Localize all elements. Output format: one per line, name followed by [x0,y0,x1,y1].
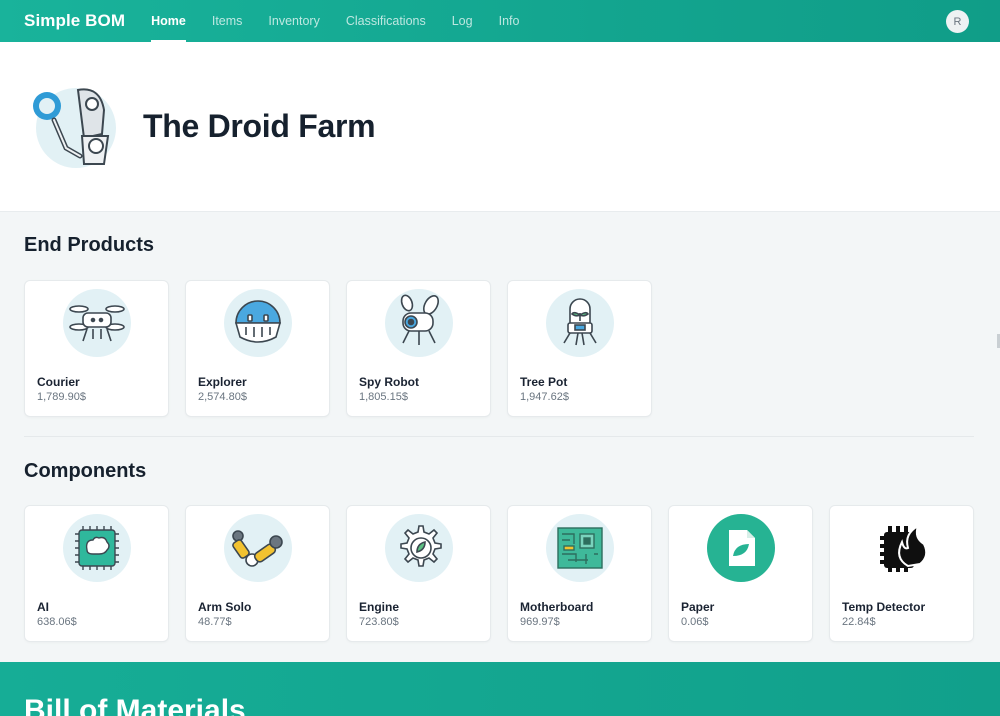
robot-arm-icon [224,514,292,582]
drone-robot-icon [63,289,131,357]
nav-item-items[interactable]: Items [212,0,243,42]
product-card-spy-robot[interactable]: Spy Robot 1,805.15$ [346,280,491,417]
bom-heading: Bill of Materials [24,694,246,716]
page-title: The Droid Farm [143,108,376,144]
component-card-temp-detector[interactable]: Temp Detector 22.84$ [829,505,974,642]
component-card-ai[interactable]: AI 638.06$ [24,505,169,642]
brain-chip-icon [63,514,131,582]
top-nav-bar: Simple BOM Home Items Inventory Classifi… [0,0,1000,42]
brand-logo[interactable]: Simple BOM [24,11,125,31]
component-price: 638.06$ [37,616,77,628]
nav-item-classifications[interactable]: Classifications [346,0,426,42]
end-products-heading: End Products [24,234,155,256]
product-name: Tree Pot [520,375,568,389]
component-price: 723.80$ [359,616,399,628]
product-name: Courier [37,375,80,389]
component-name: Motherboard [520,600,594,614]
component-price: 969.97$ [520,616,560,628]
component-card-arm-solo[interactable]: Arm Solo 48.77$ [185,505,330,642]
component-price: 22.84$ [842,616,876,628]
component-name: AI [37,600,49,614]
product-card-explorer[interactable]: Explorer 2,574.80$ [185,280,330,417]
product-price: 2,574.80$ [198,391,247,403]
nav-item-home[interactable]: Home [151,0,186,42]
product-name: Explorer [198,375,247,389]
component-name: Temp Detector [842,600,926,614]
circuit-board-icon [546,514,614,582]
component-name: Engine [359,600,400,614]
spy-robot-icon [385,289,453,357]
components-heading: Components [24,460,147,482]
dome-robot-icon [224,289,292,357]
hero-banner: The Droid Farm [0,42,1000,212]
nav-item-info[interactable]: Info [499,0,520,42]
robot-illustration-icon [30,80,118,172]
component-card-paper[interactable]: Paper 0.06$ [668,505,813,642]
component-card-motherboard[interactable]: Motherboard 969.97$ [507,505,652,642]
product-card-tree-pot[interactable]: Tree Pot 1,947.62$ [507,280,652,417]
component-name: Arm Solo [198,600,252,614]
flame-chip-icon [868,514,936,582]
component-name: Paper [681,600,715,614]
component-card-engine[interactable]: Engine 723.80$ [346,505,491,642]
user-avatar[interactable]: R [946,10,969,33]
product-price: 1,947.62$ [520,391,569,403]
product-price: 1,805.15$ [359,391,408,403]
component-price: 48.77$ [198,616,232,628]
nav-item-inventory[interactable]: Inventory [268,0,319,42]
main-nav: Home Items Inventory Classifications Log… [151,0,545,42]
section-divider [24,436,974,437]
product-card-courier[interactable]: Courier 1,789.90$ [24,280,169,417]
paper-leaf-icon [707,514,775,582]
component-price: 0.06$ [681,616,709,628]
bill-of-materials-section: Bill of Materials [0,662,1000,716]
gear-leaf-icon [385,514,453,582]
product-price: 1,789.90$ [37,391,86,403]
product-name: Spy Robot [359,375,419,389]
tree-pot-robot-icon [546,289,614,357]
nav-item-log[interactable]: Log [452,0,473,42]
